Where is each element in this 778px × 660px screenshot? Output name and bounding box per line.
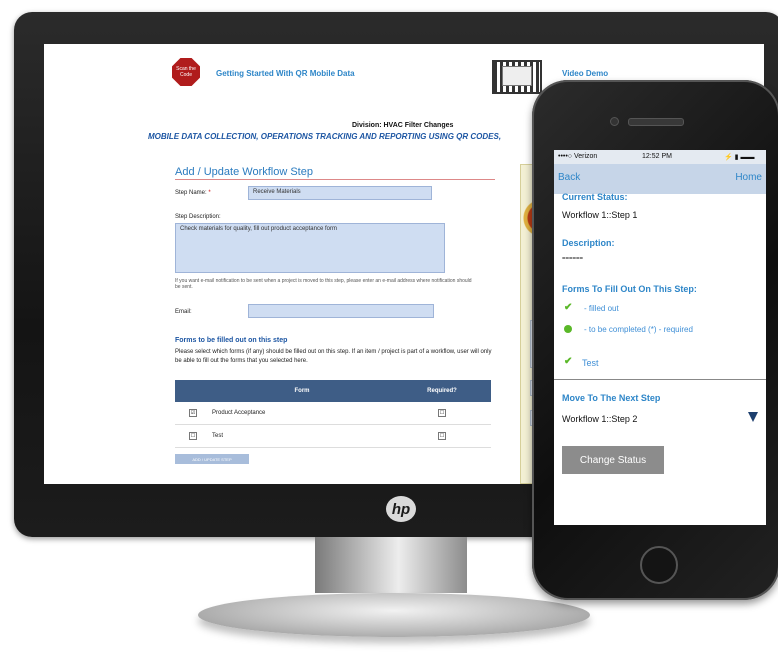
forms-table-header-required: Required? [393,380,491,402]
step-name-input[interactable]: Receive Materials [248,186,432,200]
description-label: Description: [562,238,615,248]
smartphone: ••••○ Verizon 12:52 PM ⚡ ▮ ▬▬ Back Home … [532,80,778,600]
form-select-checkbox[interactable]: ☑ [189,409,197,417]
camera-icon [610,117,619,126]
form-name-cell: Product Acceptance [211,402,393,425]
forms-table-header-select [175,380,211,402]
stop-sign-logo: Scan the Code [172,58,200,86]
getting-started-link[interactable]: Getting Started With QR Mobile Data [216,69,355,78]
back-button[interactable]: Back [558,172,580,183]
battery-icon: ⚡ ▮ ▬▬ [724,154,755,161]
video-demo-link[interactable]: Video Demo [562,69,608,78]
monitor-stand-neck [315,537,467,593]
filled-check-icon: ✔ [564,356,573,367]
move-next-step-label: Move To The Next Step [562,393,661,403]
forms-table-header: Form Required? [175,380,491,402]
forms-table: Form Required? ☑ Product Acceptance ☐ ☐ … [175,380,491,448]
table-row: ☑ Product Acceptance ☐ [175,402,491,425]
filled-check-icon: ✔ [564,302,573,313]
email-input[interactable] [248,304,434,318]
form-required-checkbox[interactable]: ☐ [438,432,446,440]
section-title: Add / Update Workflow Step [175,166,313,178]
form-name-cell: Test [211,424,393,448]
form-link-test[interactable]: Test [582,358,599,368]
status-bar: ••••○ Verizon 12:52 PM ⚡ ▮ ▬▬ [554,150,766,164]
film-reel-icon [492,60,542,94]
dropdown-arrow-icon[interactable] [748,412,758,422]
forms-instructions: Please select which forms (if any) shoul… [175,349,492,364]
section-divider [554,379,766,380]
tagline: MOBILE DATA COLLECTION, OPERATIONS TRACK… [148,132,502,141]
to-complete-dot-icon [564,325,572,333]
home-hardware-button[interactable] [640,546,678,584]
email-notification-note: If you want e-mail notification to be se… [175,278,472,290]
section-divider [175,179,495,180]
step-name-label: Step Name: * [175,190,211,196]
add-update-step-button[interactable]: ADD / UPDATE STEP [175,454,249,464]
forms-table-header-form: Form [211,380,393,402]
carrier-signal: ••••○ Verizon [558,153,598,160]
monitor-stand-base [198,593,590,637]
home-button[interactable]: Home [735,172,762,183]
table-row: ☐ Test ☐ [175,424,491,448]
status-time: 12:52 PM [642,153,672,160]
legend-filled: - filled out [584,304,619,313]
speaker-grille [628,118,684,126]
next-step-select[interactable]: Workflow 1::Step 2 [562,414,637,424]
legend-to-complete: - to be completed (*) - required [584,325,693,334]
forms-label: Forms To Fill Out On This Step: [562,284,697,294]
step-description-label: Step Description: [175,214,221,220]
current-status-value: Workflow 1::Step 1 [562,210,638,220]
nav-bar: Back Home [554,164,766,194]
forms-heading: Forms to be filled out on this step [175,337,288,344]
form-required-checkbox[interactable]: ☐ [438,409,446,417]
current-status-label: Current Status: [562,192,628,202]
step-description-textarea[interactable]: Check materials for quality, fill out pr… [175,223,445,273]
email-label: Email: [175,309,192,315]
form-select-checkbox[interactable]: ☐ [189,432,197,440]
change-status-button[interactable]: Change Status [562,446,664,474]
division-label: Division: HVAC Filter Changes [352,122,454,129]
phone-screen: ••••○ Verizon 12:52 PM ⚡ ▮ ▬▬ Back Home … [554,150,766,525]
hp-logo: hp [386,496,416,522]
description-value: ====== [562,256,584,262]
